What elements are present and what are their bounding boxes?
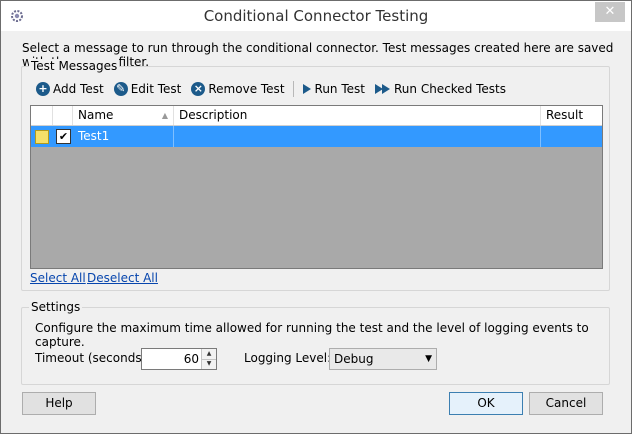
dialog-window: Conditional Connector Testing ✕ Select a… xyxy=(0,0,632,434)
add-test-label: Add Test xyxy=(53,82,104,96)
row-result xyxy=(541,126,602,147)
dialog-body: Select a message to run through the cond… xyxy=(1,31,631,433)
test-messages-title: Test Messages xyxy=(29,59,120,73)
timeout-label: Timeout (seconds): xyxy=(35,351,151,365)
toolbar-separator xyxy=(292,81,294,97)
row-description xyxy=(174,126,541,147)
edit-test-label: Edit Test xyxy=(130,82,182,96)
stepper-buttons: ▲ ▼ xyxy=(201,349,216,369)
logging-level-label: Logging Level: xyxy=(244,351,332,365)
header-description[interactable]: Description xyxy=(174,106,541,125)
header-description-label: Description xyxy=(179,108,248,122)
run-test-button[interactable]: Run Test xyxy=(300,79,367,99)
timeout-stepper[interactable]: 60 ▲ ▼ xyxy=(141,348,217,370)
ok-button[interactable]: OK xyxy=(449,392,523,415)
remove-test-label: Remove Test xyxy=(208,82,285,96)
header-name-label: Name xyxy=(78,108,114,122)
grid-header: Name ▲ Description Result xyxy=(31,106,602,126)
edit-test-button[interactable]: ✎ Edit Test xyxy=(112,79,184,99)
sort-ascending-icon: ▲ xyxy=(161,111,168,120)
row-name: Test1 xyxy=(73,126,174,147)
header-result-label: Result xyxy=(546,108,584,122)
chevron-down-icon: ▼ xyxy=(425,354,432,364)
add-test-button[interactable]: + Add Test xyxy=(34,79,106,99)
logging-level-value: Debug xyxy=(334,352,374,366)
select-all-link[interactable]: Select All xyxy=(30,271,86,285)
settings-description: Configure the maximum time allowed for r… xyxy=(35,321,589,349)
table-row[interactable]: ✔ Test1 xyxy=(31,126,602,147)
window-title: Conditional Connector Testing xyxy=(203,7,429,25)
plus-icon: + xyxy=(36,82,50,96)
close-button[interactable]: ✕ xyxy=(595,2,625,22)
row-checkbox[interactable]: ✔ xyxy=(56,129,71,144)
deselect-all-link[interactable]: Deselect All xyxy=(87,271,158,285)
play-icon xyxy=(302,84,311,94)
fast-forward-icon xyxy=(375,84,390,94)
remove-test-button[interactable]: × Remove Test xyxy=(189,79,286,99)
toolbar: + Add Test ✎ Edit Test × Remove Test Run… xyxy=(34,79,514,99)
settings-title: Settings xyxy=(29,300,83,314)
run-test-label: Run Test xyxy=(314,82,365,96)
test-messages-grid[interactable]: Name ▲ Description Result ✔ Test1 xyxy=(30,105,603,269)
header-icon-column xyxy=(31,106,53,125)
header-name[interactable]: Name ▲ xyxy=(73,106,174,125)
run-checked-tests-button[interactable]: Run Checked Tests xyxy=(373,79,508,99)
help-button[interactable]: Help xyxy=(22,392,96,415)
timeout-value: 60 xyxy=(183,352,199,366)
header-check-column xyxy=(53,106,73,125)
remove-icon: × xyxy=(191,82,206,96)
note-icon xyxy=(35,130,49,144)
pencil-icon: ✎ xyxy=(113,82,128,96)
title-bar: Conditional Connector Testing ✕ xyxy=(1,1,631,31)
logging-level-select[interactable]: Debug ▼ xyxy=(329,348,437,370)
header-result[interactable]: Result xyxy=(541,106,602,125)
stepper-down-icon[interactable]: ▼ xyxy=(202,359,216,369)
run-checked-tests-label: Run Checked Tests xyxy=(394,82,507,96)
cancel-button[interactable]: Cancel xyxy=(529,392,603,415)
